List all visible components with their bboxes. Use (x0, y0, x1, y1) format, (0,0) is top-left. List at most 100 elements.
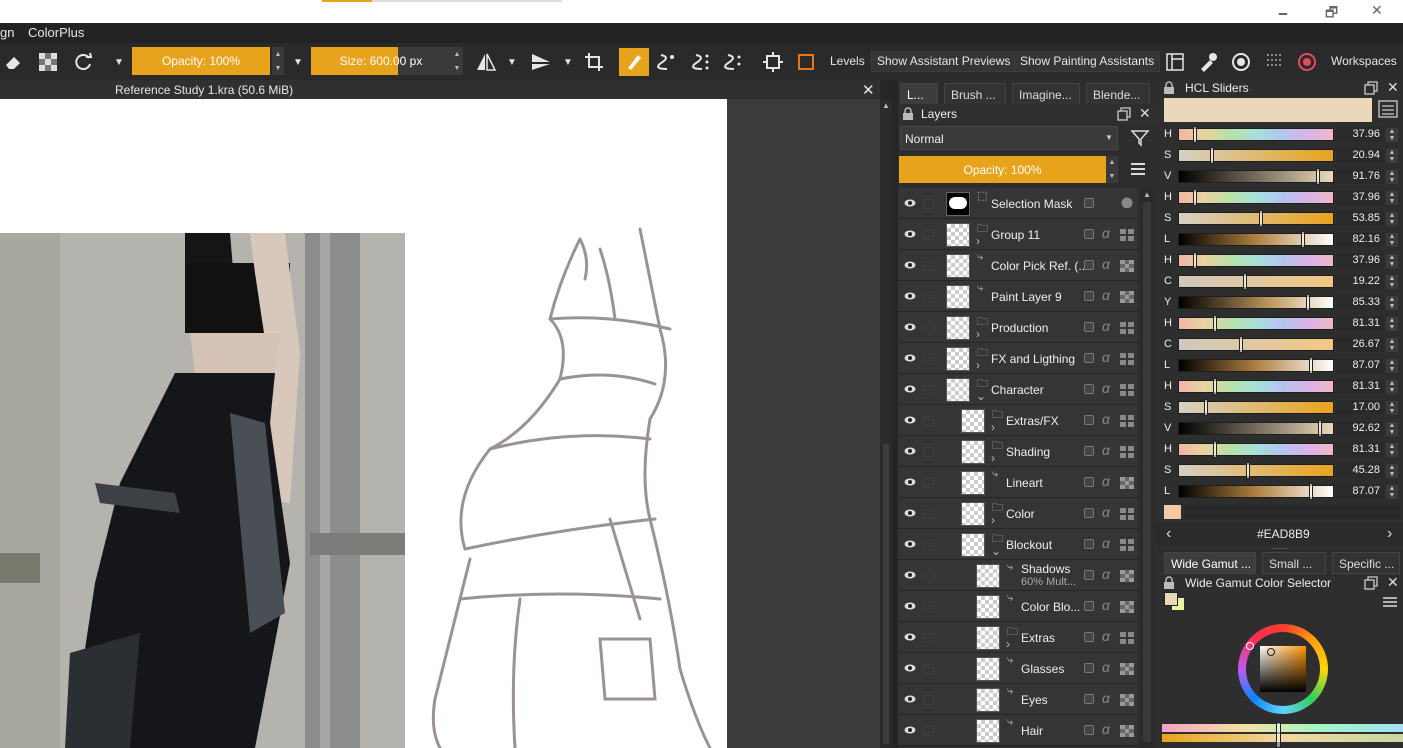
slider-spinner[interactable]: ▲ ▼ (1386, 359, 1398, 373)
alpha-lock-icon[interactable]: α (1102, 473, 1110, 489)
snap-tool-3-icon[interactable] (720, 49, 746, 75)
visibility-eye-icon[interactable] (904, 259, 916, 271)
layer-checkbox[interactable] (924, 199, 934, 209)
hex-value[interactable]: #EAD8B9 (1257, 527, 1310, 541)
alpha-lock-icon[interactable]: α (1102, 628, 1110, 644)
layer-checkbox[interactable] (924, 602, 934, 612)
slider-value[interactable]: 81.31 (1336, 442, 1384, 457)
visibility-eye-icon[interactable] (904, 445, 916, 457)
opacity-spinner[interactable]: ▲ ▼ (272, 47, 284, 75)
menu-icon[interactable] (1382, 596, 1398, 608)
slider-value[interactable]: 37.96 (1336, 253, 1384, 268)
slider-handle[interactable] (1318, 420, 1322, 437)
layer-row[interactable]: 🗀 › Production α (898, 312, 1138, 343)
pass-through-icon[interactable] (1120, 446, 1134, 458)
slider-spinner[interactable]: ▲ ▼ (1386, 401, 1398, 415)
slider-track[interactable] (1178, 128, 1334, 141)
layer-checkbox[interactable] (924, 292, 934, 302)
slider-handle[interactable] (1243, 273, 1247, 290)
visibility-eye-icon[interactable] (904, 538, 916, 550)
slider-spinner[interactable]: ▲ ▼ (1386, 422, 1398, 436)
slider-spinner[interactable]: ▲ ▼ (1386, 380, 1398, 394)
slider-spinner[interactable]: ▲ ▼ (1386, 296, 1398, 310)
visibility-eye-icon[interactable] (904, 290, 916, 302)
layer-name[interactable]: Production (991, 321, 1091, 335)
blend-mode-select[interactable]: Normal ▼ (900, 126, 1118, 150)
layer-lock-icon[interactable] (1084, 229, 1094, 239)
reload-preset-icon[interactable] (71, 49, 97, 75)
layer-lock-icon[interactable] (1084, 508, 1094, 518)
slider-track[interactable] (1178, 443, 1334, 456)
visibility-eye-icon[interactable] (904, 569, 916, 581)
show-painting-assistants-button[interactable]: Show Painting Assistants (1014, 51, 1161, 72)
layer-lock-icon[interactable] (1084, 539, 1094, 549)
slider-track[interactable] (1178, 170, 1334, 183)
layer-checkbox[interactable] (924, 230, 934, 240)
slider-handle[interactable] (1204, 399, 1208, 416)
slider-handle[interactable] (1213, 315, 1217, 332)
slider-handle[interactable] (1193, 189, 1197, 206)
inherit-alpha-icon[interactable] (1120, 725, 1134, 737)
layer-row[interactable]: ⤷ Paint Layer 9 α (898, 281, 1138, 312)
layer-lock-icon[interactable] (1084, 694, 1094, 704)
layer-opacity-spinner[interactable]: ▲ ▼ (1106, 156, 1118, 183)
layer-checkbox[interactable] (924, 540, 934, 550)
layer-checkbox[interactable] (924, 385, 934, 395)
layer-checkbox[interactable] (924, 447, 934, 457)
close-panel-icon[interactable]: ✕ (1387, 574, 1399, 591)
slider-value[interactable]: 17.00 (1336, 400, 1384, 415)
layer-row[interactable]: ⤷ Glasses α (898, 653, 1138, 684)
alpha-lock-icon[interactable]: α (1102, 318, 1110, 334)
size-spinner[interactable]: ▲ ▼ (451, 47, 463, 75)
expand-chevron-icon[interactable]: › (1006, 637, 1010, 651)
visibility-eye-icon[interactable] (904, 724, 916, 736)
layer-list-scrollbar[interactable]: ▲ (1141, 188, 1153, 748)
layer-row[interactable]: ⤷ Color Pick Ref. (... α (898, 250, 1138, 281)
layer-name[interactable]: FX and Ligthing (991, 352, 1091, 366)
pass-through-icon[interactable] (1120, 322, 1134, 334)
slider-value[interactable]: 37.96 (1336, 127, 1384, 142)
slider-spinner[interactable]: ▲ ▼ (1386, 212, 1398, 226)
lock-icon[interactable] (901, 107, 915, 121)
slider-handle[interactable] (1213, 441, 1217, 458)
slider-spinner[interactable]: ▲ ▼ (1386, 464, 1398, 478)
layer-checkbox[interactable] (924, 416, 934, 426)
slider-spinner[interactable]: ▲ ▼ (1386, 170, 1398, 184)
chevron-down-icon[interactable]: ▼ (499, 49, 525, 75)
layer-row[interactable]: 🗀 ⌄ Character α (898, 374, 1138, 405)
slider-handle[interactable] (1213, 378, 1217, 395)
layer-lock-icon[interactable] (1084, 570, 1094, 580)
slider-value[interactable]: 20.94 (1336, 148, 1384, 163)
alpha-lock-icon[interactable]: α (1102, 442, 1110, 458)
filter-icon[interactable] (1130, 128, 1150, 148)
visibility-eye-icon[interactable] (904, 228, 916, 240)
slider-handle[interactable] (1239, 336, 1243, 353)
layer-row[interactable]: ⤷ Color Blo... α (898, 591, 1138, 622)
slider-handle[interactable] (1210, 147, 1214, 164)
color-picker-icon[interactable] (1195, 49, 1221, 75)
inherit-alpha-icon[interactable] (1120, 477, 1134, 489)
slider-value[interactable]: 26.67 (1336, 337, 1384, 352)
close-window-icon[interactable]: ✕ (1371, 2, 1383, 19)
record-icon[interactable] (1294, 49, 1320, 75)
slider-spinner[interactable]: ▲ ▼ (1386, 128, 1398, 142)
slider-spinner[interactable]: ▲ ▼ (1386, 317, 1398, 331)
layer-row[interactable]: 🗀 › Group 11 α (898, 219, 1138, 250)
layer-lock-icon[interactable] (1084, 322, 1094, 332)
layer-checkbox[interactable] (924, 664, 934, 674)
mask-settings-icon[interactable] (1120, 196, 1134, 208)
layer-checkbox[interactable] (924, 509, 934, 519)
slider-handle[interactable] (1246, 462, 1250, 479)
layer-lock-icon[interactable] (1084, 663, 1094, 673)
layer-name[interactable]: Paint Layer 9 (991, 290, 1091, 304)
visibility-eye-icon[interactable] (904, 352, 916, 364)
visibility-eye-icon[interactable] (904, 414, 916, 426)
layer-row[interactable]: ⤷ Eyes α (898, 684, 1138, 715)
layer-lock-icon[interactable] (1084, 384, 1094, 394)
float-panel-icon[interactable] (1364, 81, 1378, 95)
slider-handle[interactable] (1306, 294, 1310, 311)
layer-name[interactable]: Character (991, 383, 1091, 397)
menu-icon[interactable] (1130, 162, 1146, 176)
canvas-vertical-scrollbar[interactable]: ▲ (880, 99, 892, 748)
slider-handle[interactable] (1309, 357, 1313, 374)
